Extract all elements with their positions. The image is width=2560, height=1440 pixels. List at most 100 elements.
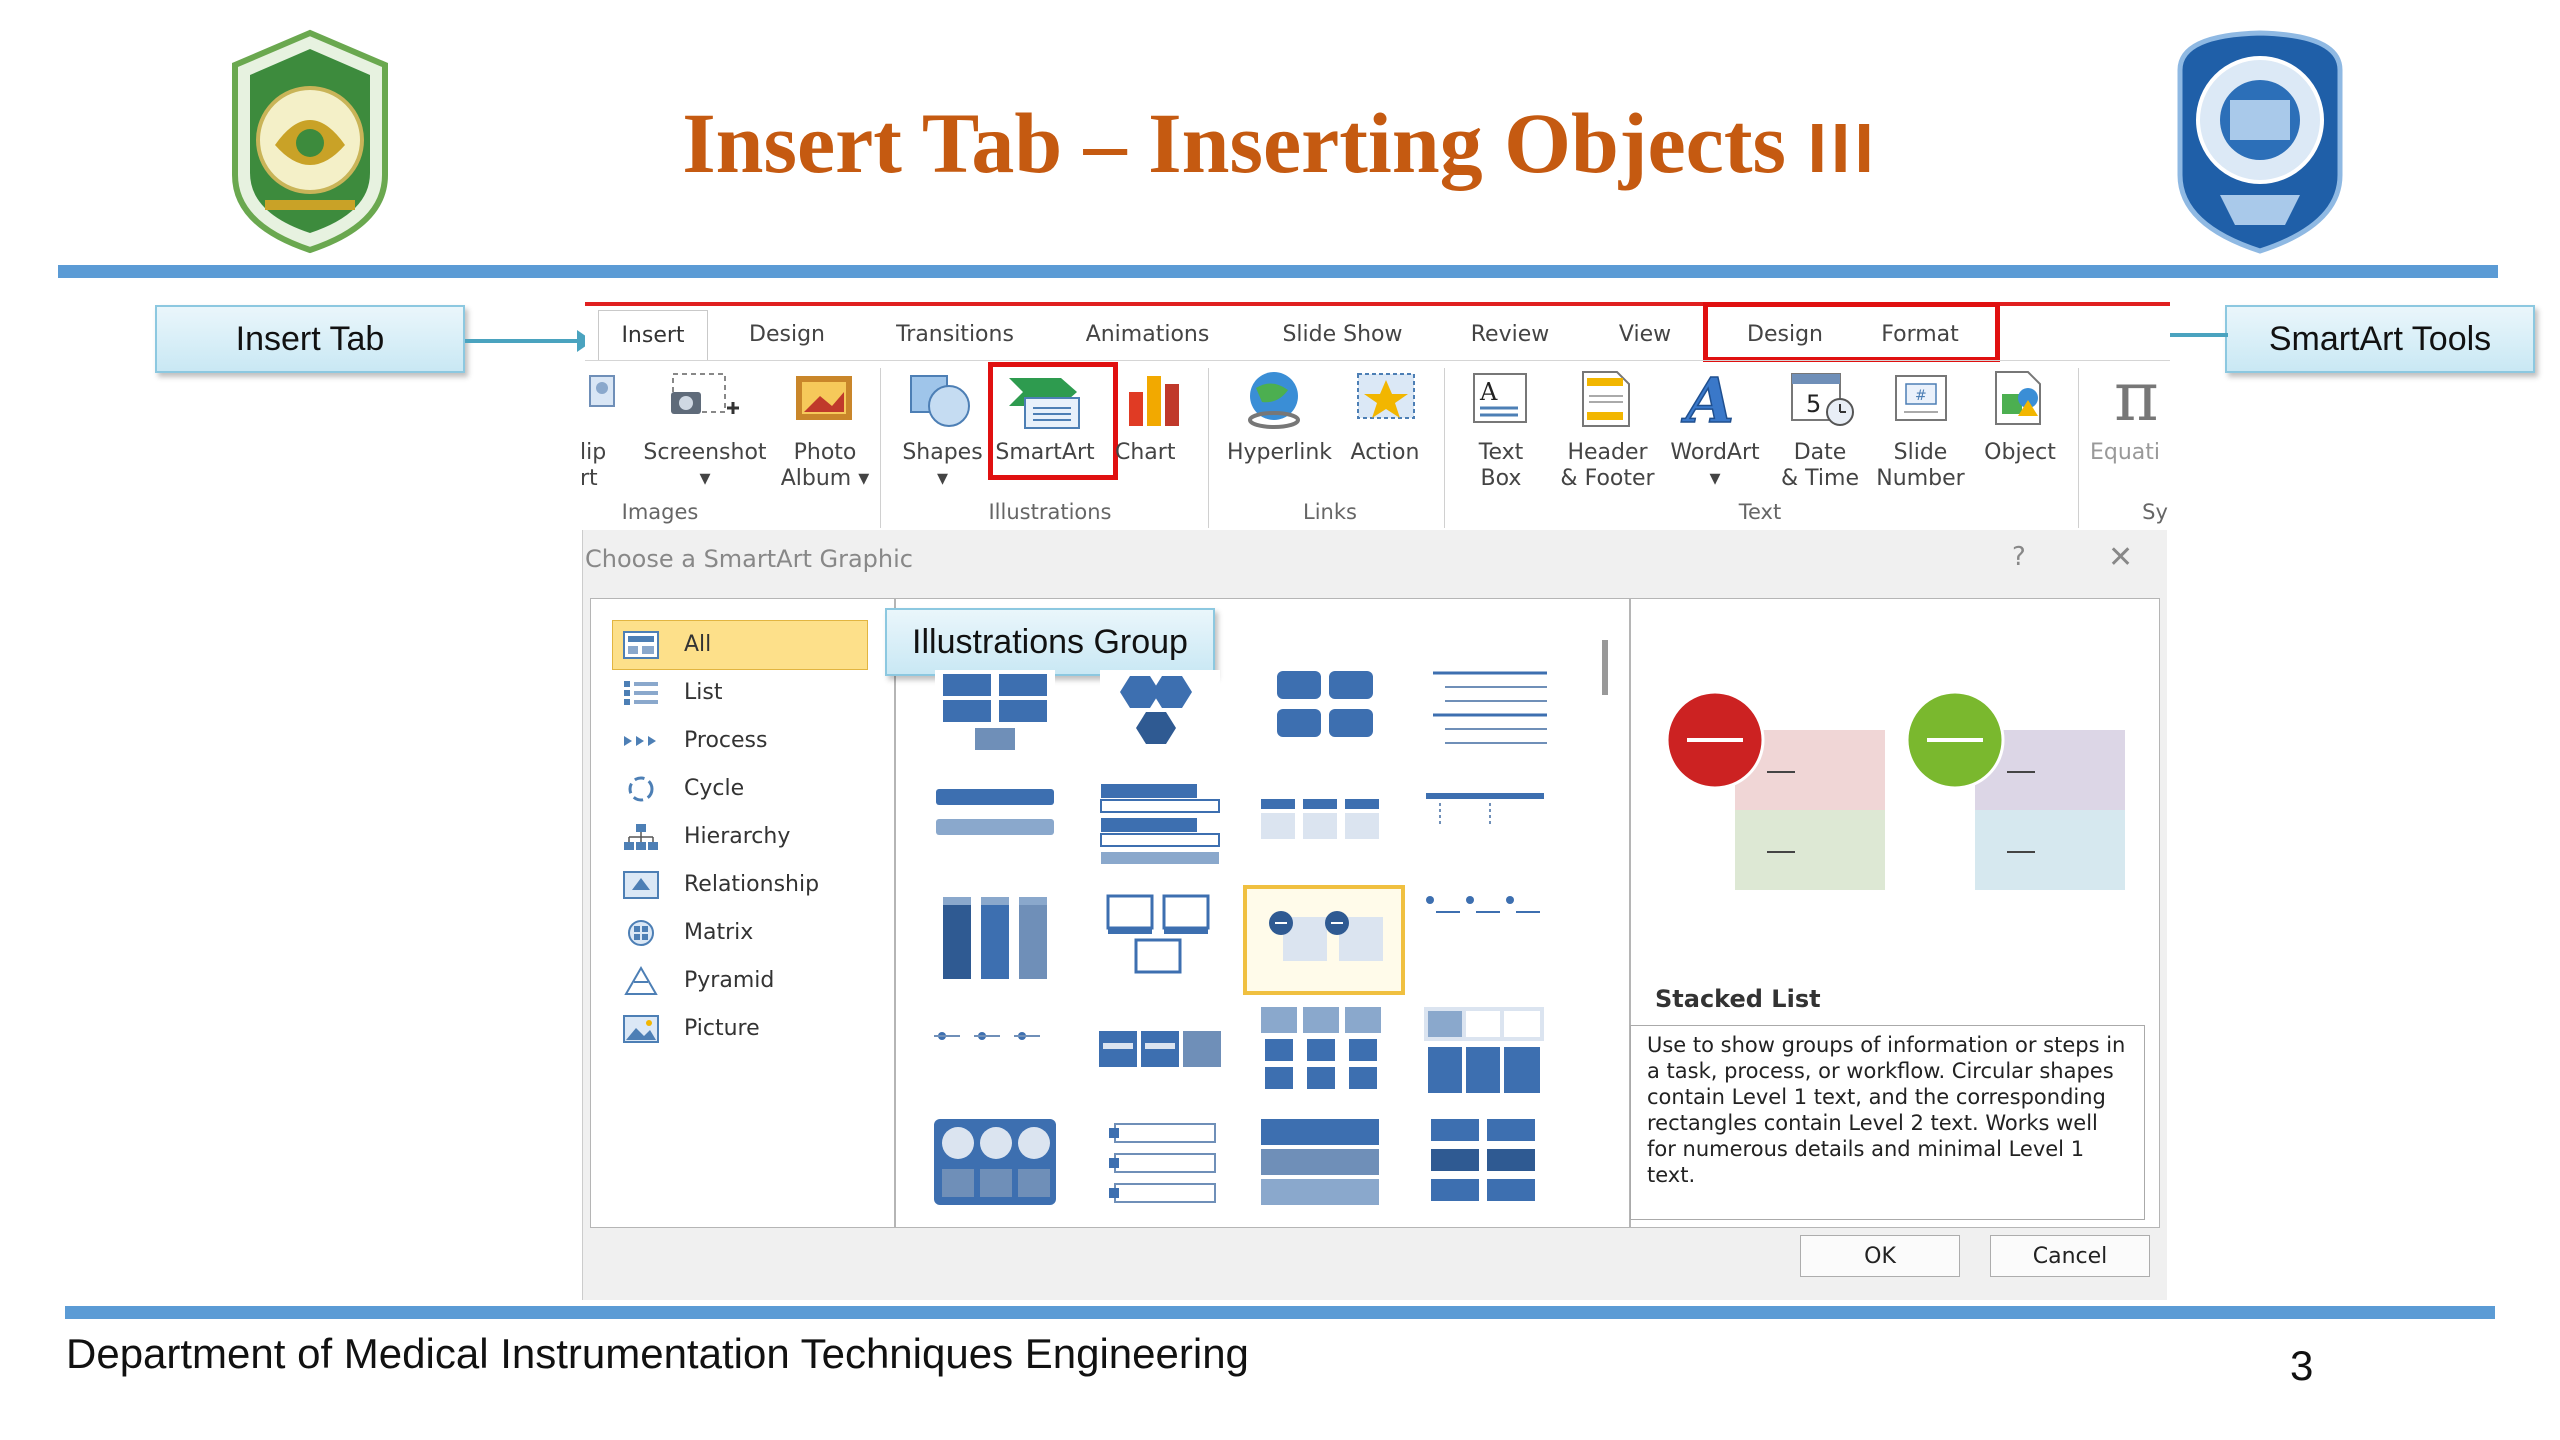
tab-smartart-format[interactable]: Format [1860, 310, 1980, 360]
date-time-icon: 5 [1788, 368, 1858, 430]
clip-art-button[interactable]: lip rt [580, 440, 620, 492]
group-separator-text [2078, 368, 2079, 528]
help-button[interactable]: ? [2012, 542, 2026, 572]
layout-thumbnail[interactable] [1420, 1005, 1550, 1100]
action-button[interactable]: Action [1340, 440, 1430, 466]
list-icon [622, 678, 660, 708]
process-icon [622, 726, 660, 756]
layout-thumbnail[interactable] [1255, 1005, 1385, 1100]
layout-thumbnail[interactable] [1100, 670, 1220, 762]
hyperlink-button[interactable]: Hyperlink [1222, 440, 1337, 466]
text-box-button[interactable]: Text Box [1470, 440, 1532, 492]
layout-thumbnail[interactable] [930, 1115, 1060, 1215]
preview-description: Use to show groups of information or ste… [1630, 1025, 2145, 1220]
screenshot-button[interactable]: Screenshot ▾ [630, 440, 780, 492]
shapes-icon [905, 368, 975, 430]
slide-number-icon: # [1890, 370, 1952, 430]
bottom-rule [65, 1306, 2495, 1319]
category-list-item[interactable]: List [622, 670, 722, 716]
relationship-icon [622, 870, 660, 900]
category-hierarchy[interactable]: Hierarchy [622, 814, 790, 860]
layout-thumbnail[interactable] [1105, 1120, 1225, 1215]
layout-thumbnail[interactable] [930, 1020, 1060, 1060]
group-separator-images [880, 368, 881, 528]
category-all[interactable]: All [622, 622, 711, 668]
ok-button[interactable]: OK [1800, 1235, 1960, 1277]
tab-transitions[interactable]: Transitions [870, 310, 1040, 360]
layout-thumbnail[interactable] [1425, 665, 1555, 757]
gallery-scrollbar[interactable] [1602, 640, 1608, 695]
layout-thumbnail[interactable] [1095, 780, 1225, 870]
layout-thumbnail[interactable] [1425, 1115, 1545, 1215]
tab-view[interactable]: View [1590, 310, 1700, 360]
equation-button[interactable]: Equati [2090, 440, 2170, 466]
group-text-label: Text [1738, 500, 1782, 524]
title-suffix: III [1807, 109, 1878, 187]
svg-text:A: A [1479, 378, 1498, 406]
layout-thumbnail[interactable] [1265, 665, 1385, 757]
group-separator-links [1444, 368, 1445, 528]
layout-thumbnail[interactable] [1420, 890, 1550, 940]
layout-thumbnail[interactable] [1100, 890, 1220, 980]
tab-insert[interactable]: Insert [598, 310, 708, 360]
hyperlink-icon [1242, 368, 1312, 430]
smartart-tools-callout: SmartArt Tools [2225, 305, 2535, 373]
layout-thumbnail[interactable] [930, 785, 1060, 855]
object-button[interactable]: Object [1975, 440, 2065, 466]
slide-title: Insert Tab – Inserting Objects III [682, 95, 1878, 191]
wordart-button[interactable]: WordArt ▾ [1665, 440, 1765, 492]
ribbon-body-divider [585, 360, 2170, 361]
wordart-icon: A [1680, 363, 1742, 438]
tab-animations[interactable]: Animations [1060, 310, 1235, 360]
photo-album-button[interactable]: Photo Album ▾ [775, 440, 875, 492]
hierarchy-icon [622, 822, 660, 852]
illustrations-group-callout: Illustrations Group [885, 608, 1215, 676]
layout-thumbnail[interactable] [1255, 1115, 1385, 1215]
date-time-button[interactable]: Date & Time [1775, 440, 1865, 492]
page-number: 3 [2290, 1342, 2314, 1389]
university-logo-left [215, 25, 405, 255]
header-footer-icon [1575, 368, 1637, 430]
category-pyramid[interactable]: Pyramid [622, 958, 774, 1004]
preview-title: Stacked List [1655, 985, 1821, 1013]
text-box-icon: A [1470, 368, 1532, 430]
object-icon [1988, 368, 2050, 430]
category-relationship[interactable]: Relationship [622, 862, 819, 908]
svg-text:A: A [1681, 366, 1734, 432]
pyramid-icon [622, 965, 660, 996]
smartart-highlight [988, 362, 1118, 480]
all-icon [622, 630, 660, 660]
tab-slide-show[interactable]: Slide Show [1255, 310, 1430, 360]
group-links-label: Links [1303, 500, 1357, 524]
layout-thumbnail[interactable] [1420, 785, 1550, 845]
category-matrix[interactable]: Matrix [622, 910, 753, 956]
svg-text:#: # [1915, 388, 1927, 404]
tab-design[interactable]: Design [722, 310, 852, 360]
layout-thumbnail[interactable] [1095, 1025, 1225, 1075]
category-picture[interactable]: Picture [622, 1006, 760, 1052]
header-footer-button[interactable]: Header & Footer [1550, 440, 1665, 492]
category-cycle[interactable]: Cycle [622, 766, 744, 812]
cancel-button[interactable]: Cancel [1990, 1235, 2150, 1277]
photo-album-icon [790, 368, 860, 428]
cycle-icon [622, 774, 660, 804]
picture-icon [622, 1014, 660, 1044]
layout-thumbnail[interactable] [1255, 795, 1385, 855]
screenshot-icon [665, 368, 741, 428]
top-rule [58, 265, 2498, 278]
tab-smartart-design[interactable]: Design [1720, 310, 1850, 360]
layout-thumbnail[interactable] [935, 670, 1055, 762]
shapes-button[interactable]: Shapes ▾ [895, 440, 990, 492]
close-icon[interactable]: ✕ [2108, 540, 2133, 575]
stacked-list-thumbnail-selected[interactable] [1243, 885, 1405, 995]
slide-number-button[interactable]: Slide Number [1868, 440, 1973, 492]
group-separator-illustrations [1208, 368, 1209, 528]
university-logo-right [2160, 25, 2350, 255]
equation-icon: π [2110, 358, 2172, 437]
clip-art-icon [586, 372, 618, 420]
tab-review[interactable]: Review [1445, 310, 1575, 360]
chart-button[interactable]: Chart [1115, 440, 1185, 466]
category-process[interactable]: Process [622, 718, 767, 764]
layout-thumbnail[interactable] [935, 895, 1055, 985]
svg-text:5: 5 [1806, 390, 1821, 418]
